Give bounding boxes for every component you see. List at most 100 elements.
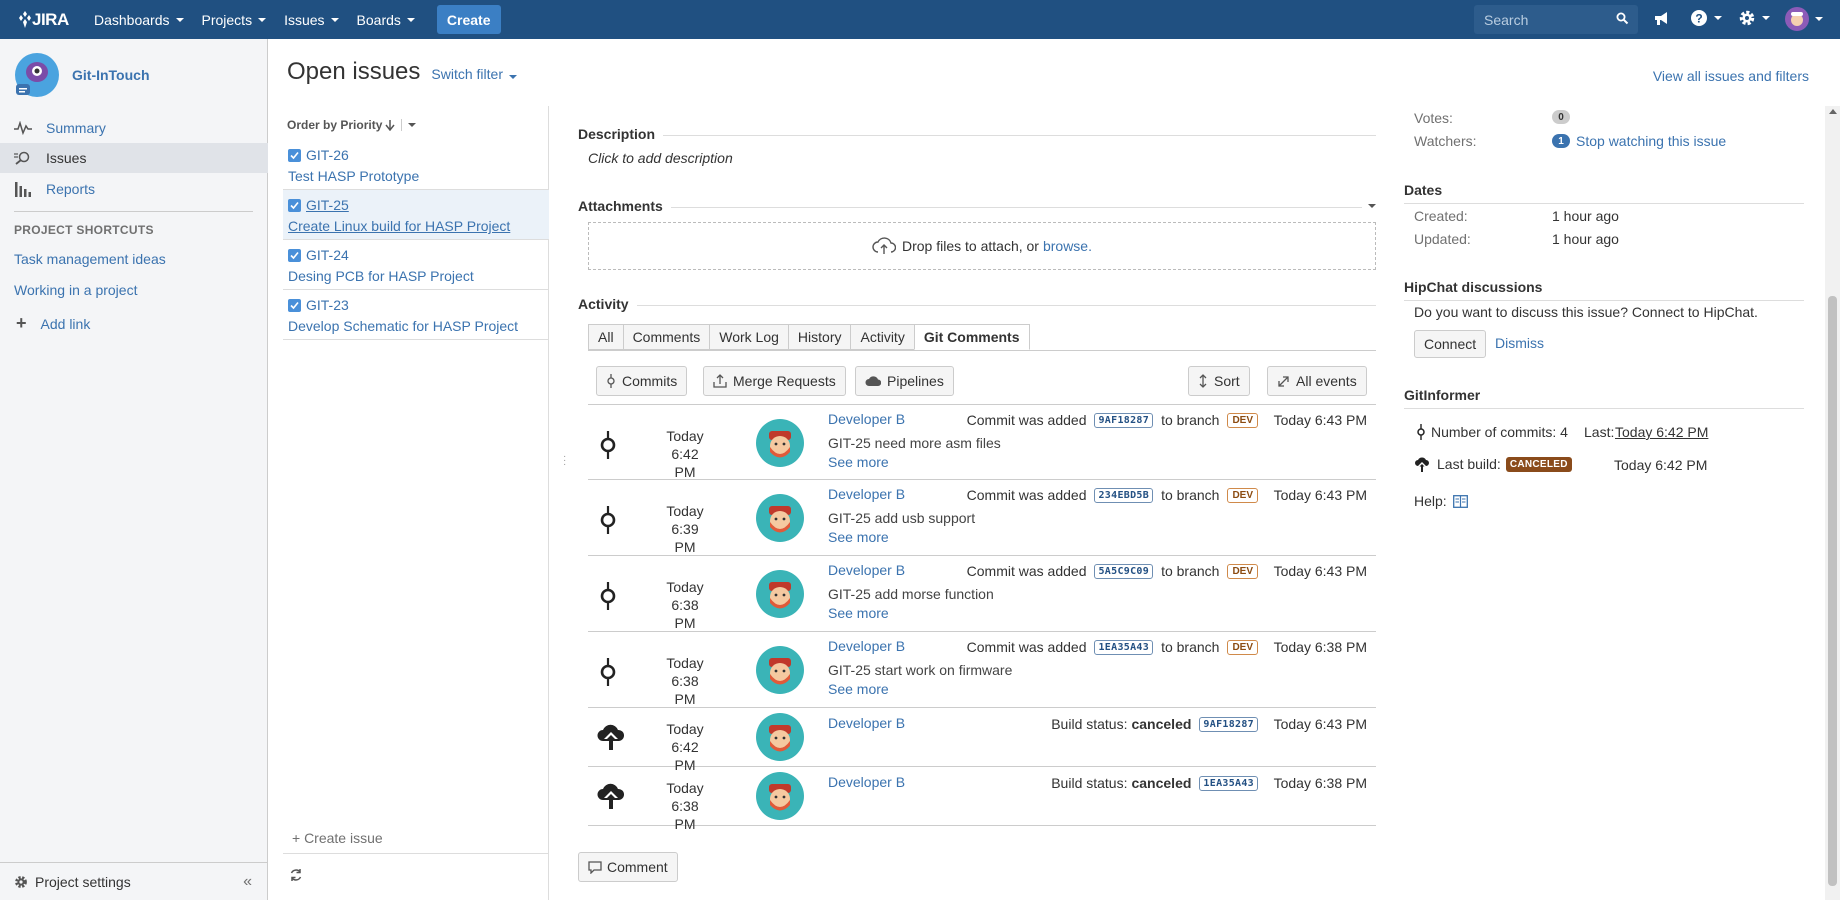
create-issue-link[interactable]: + Create issue	[292, 830, 383, 846]
sidebar-item-issues[interactable]: Issues	[0, 143, 268, 173]
sidebar-item-summary[interactable]: Summary	[0, 113, 268, 143]
git-comment-row: Today 6:38 PM Developer B GIT-25 start wo…	[588, 632, 1376, 708]
see-more-link[interactable]: See more	[828, 529, 889, 545]
shortcut-link[interactable]: Working in a project	[14, 282, 137, 298]
search-icon	[1616, 12, 1629, 25]
created-value: 1 hour ago	[1552, 208, 1619, 224]
sidebar-item-reports[interactable]: Reports	[0, 174, 268, 204]
issue-summary: Desing PCB for HASP Project	[288, 268, 474, 284]
see-more-link[interactable]: See more	[828, 454, 889, 470]
commit-hash-badge[interactable]: 9AF18287	[1094, 412, 1154, 428]
view-all-issues-link[interactable]: View all issues and filters	[1653, 68, 1809, 84]
issue-summary: Develop Schematic for HASP Project	[288, 318, 519, 334]
commit-hash-badge[interactable]: 234EBD5B	[1094, 487, 1154, 503]
chevron-down-icon[interactable]	[1368, 204, 1376, 208]
commit-hash-badge[interactable]: 5A5C9C09	[1094, 563, 1154, 579]
issue-list-item[interactable]: GIT-24 Desing PCB for HASP Project	[283, 240, 549, 290]
arrow-down-icon	[385, 119, 395, 131]
issue-summary: Test HASP Prototype	[288, 168, 420, 184]
divider	[663, 134, 1376, 136]
browse-link[interactable]: browse.	[1043, 238, 1092, 254]
tab-work-log[interactable]: Work Log	[709, 324, 788, 350]
tab-git-comments[interactable]: Git Comments	[913, 324, 1030, 350]
issue-list-item[interactable]: GIT-23 Develop Schematic for HASP Projec…	[283, 290, 549, 340]
issue-list-item[interactable]: GIT-26 Test HASP Prototype	[283, 140, 549, 190]
section-title: Attachments	[578, 198, 663, 214]
author-link[interactable]: Developer B	[828, 715, 905, 731]
see-more-link[interactable]: See more	[828, 605, 889, 621]
project-name[interactable]: Git-InTouch	[72, 67, 150, 83]
all-events-button[interactable]: All events	[1267, 366, 1367, 396]
author-link[interactable]: Developer B	[828, 774, 905, 790]
switch-filter-dropdown[interactable]: Switch filter	[431, 66, 517, 82]
resize-handle[interactable]: · · ·	[563, 452, 566, 470]
author-link[interactable]: Developer B	[828, 562, 905, 578]
help-menu[interactable]: ?	[1690, 9, 1722, 27]
project-settings-link[interactable]: Project settings	[35, 874, 131, 890]
stop-watching-link[interactable]: Stop watching this issue	[1576, 133, 1726, 149]
collapse-sidebar-icon[interactable]: «	[243, 873, 252, 891]
commit-hash-badge[interactable]: 9AF18287	[1199, 716, 1258, 732]
event-time: Today 6:42 PM	[652, 720, 718, 774]
comment-button[interactable]: Comment	[578, 852, 678, 882]
commit-icon	[600, 506, 616, 534]
issue-list-item-selected[interactable]: GIT-25 Create Linux build for HASP Proje…	[283, 190, 549, 240]
description-field[interactable]: Click to add description	[588, 150, 733, 166]
connect-button[interactable]: Connect	[1414, 330, 1487, 358]
see-more-link[interactable]: See more	[828, 681, 889, 697]
scroll-up-icon[interactable]	[1829, 109, 1837, 114]
commit-hash-badge[interactable]: 1EA35A43	[1094, 639, 1154, 655]
order-by-control[interactable]: Order by Priority	[287, 118, 417, 132]
book-icon[interactable]	[1452, 494, 1468, 508]
commit-hash-badge[interactable]: 1EA35A43	[1199, 775, 1258, 791]
all-events-button-label: All events	[1296, 373, 1357, 389]
section-title: Activity	[578, 296, 629, 312]
nav-projects[interactable]: Projects	[202, 12, 267, 28]
create-button[interactable]: Create	[436, 5, 501, 34]
commits-button[interactable]: Commits	[596, 366, 688, 396]
project-header[interactable]: Git-InTouch	[14, 52, 150, 98]
attachments-section-header: Attachments	[578, 198, 1376, 214]
pipelines-button[interactable]: Pipelines	[855, 366, 954, 396]
branch-text: to branch	[1161, 563, 1220, 579]
nav-boards[interactable]: Boards	[357, 12, 415, 28]
avatar	[756, 772, 804, 820]
event-time-line2: PM	[674, 816, 696, 832]
tab-activity[interactable]: Activity	[850, 324, 914, 350]
search-input[interactable]: Search	[1474, 5, 1638, 34]
commit-icon	[600, 582, 616, 610]
event-time: Today 6:39 PM	[652, 502, 718, 556]
scrollbar-thumb[interactable]	[1828, 296, 1837, 886]
last-commit-link[interactable]: Today 6:42 PM	[1615, 424, 1708, 440]
gitinformer-heading: GitInformer	[1404, 387, 1804, 409]
add-link-label: Add link	[40, 315, 91, 332]
sort-button[interactable]: Sort	[1188, 366, 1250, 396]
merge-requests-button[interactable]: Merge Requests	[703, 366, 846, 396]
author-link[interactable]: Developer B	[828, 486, 905, 502]
settings-menu[interactable]	[1738, 9, 1770, 27]
nav-dashboards[interactable]: Dashboards	[94, 12, 184, 28]
tab-history[interactable]: History	[787, 324, 851, 350]
tab-comments[interactable]: Comments	[622, 324, 710, 350]
tab-all[interactable]: All	[588, 324, 623, 350]
scrollbar[interactable]	[1825, 106, 1840, 900]
event-time: Today 6:38 PM	[652, 779, 718, 833]
event-timestamp: Today 6:43 PM	[1273, 716, 1367, 732]
chevron-down-icon[interactable]	[408, 123, 417, 127]
activity-tabs: All Comments Work Log History Activity G…	[588, 324, 1030, 350]
chevron-down-icon	[330, 17, 339, 22]
nav-issues[interactable]: Issues	[284, 12, 339, 28]
refresh-icon[interactable]	[289, 868, 303, 882]
votes-value[interactable]: 0	[1552, 110, 1576, 124]
megaphone-icon[interactable]	[1653, 9, 1671, 30]
shortcut-link[interactable]: Task management ideas	[14, 251, 166, 267]
add-link-button[interactable]: + Add link	[16, 313, 90, 334]
divider	[588, 350, 1376, 351]
jira-logo[interactable]: JIRA	[18, 10, 76, 30]
author-link[interactable]: Developer B	[828, 411, 905, 427]
event-time-line1: Today 6:39	[666, 503, 704, 537]
user-menu[interactable]	[1785, 7, 1823, 31]
author-link[interactable]: Developer B	[828, 638, 905, 654]
dismiss-link[interactable]: Dismiss	[1495, 335, 1544, 351]
attachment-drop-zone[interactable]: Drop files to attach, or browse.	[588, 222, 1376, 270]
